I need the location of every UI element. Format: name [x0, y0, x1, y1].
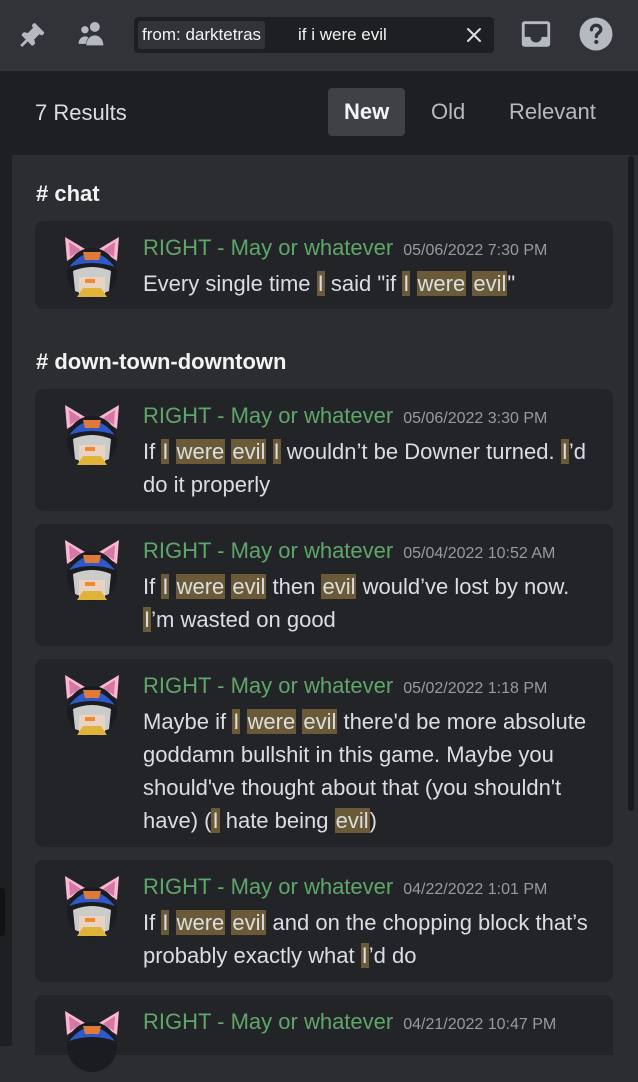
- search-result[interactable]: RIGHT - May or whatever 05/06/2022 3:30 P…: [35, 389, 613, 511]
- message-timestamp: 04/22/2022 1:01 PM: [403, 881, 548, 898]
- search-result[interactable]: RIGHT - May or whatever 04/22/2022 1:01 P…: [35, 860, 613, 982]
- avatar[interactable]: [57, 872, 127, 942]
- message-timestamp: 05/06/2022 3:30 PM: [403, 410, 548, 427]
- message-text: If I were evil and on the chopping block…: [143, 910, 588, 968]
- search-result[interactable]: RIGHT - May or whatever 05/06/2022 7:30 P…: [35, 221, 613, 309]
- inbox-icon[interactable]: [518, 16, 554, 52]
- results-list: # chat RIGHT - May or whatever 05/06/2022…: [12, 155, 638, 1072]
- message-author[interactable]: RIGHT - May or whatever 05/06/2022 7:30 P…: [143, 235, 547, 261]
- search-query[interactable]: if i were evil: [298, 17, 387, 53]
- members-icon[interactable]: [74, 16, 110, 52]
- message-timestamp: 05/04/2022 10:52 AM: [403, 545, 556, 562]
- message-text: Every single time I said "if I were evil…: [143, 271, 516, 296]
- message-author[interactable]: RIGHT - May or whatever 04/21/2022 10:47 …: [143, 1009, 556, 1035]
- clear-search-icon[interactable]: [464, 25, 484, 45]
- sort-relevant-tab[interactable]: Relevant: [493, 88, 612, 136]
- avatar[interactable]: [57, 1007, 127, 1077]
- message-author[interactable]: RIGHT - May or whatever 05/04/2022 10:52 …: [143, 538, 555, 564]
- message-timestamp: 04/21/2022 10:47 PM: [403, 1016, 557, 1033]
- search-bar[interactable]: from: darktetras if i were evil: [134, 17, 494, 53]
- sidebar-resize-handle[interactable]: [0, 888, 5, 936]
- avatar[interactable]: [57, 401, 127, 471]
- avatar[interactable]: [57, 233, 127, 303]
- results-count: 7 Results: [35, 100, 127, 125]
- sort-old-tab[interactable]: Old: [415, 88, 481, 136]
- sort-new-tab[interactable]: New: [328, 88, 406, 136]
- channel-heading[interactable]: # down-town-downtown: [36, 349, 287, 375]
- help-icon[interactable]: [578, 16, 614, 52]
- avatar[interactable]: [57, 536, 127, 606]
- message-text: If I were evil I wouldn’t be Downer turn…: [143, 439, 586, 497]
- results-header: 7 Results New Old Relevant: [12, 72, 638, 155]
- top-bar: from: darktetras if i were evil: [0, 0, 638, 72]
- avatar[interactable]: [57, 671, 127, 741]
- message-timestamp: 05/02/2022 1:18 PM: [403, 680, 548, 697]
- channel-heading[interactable]: # chat: [36, 181, 100, 207]
- search-result[interactable]: RIGHT - May or whatever 04/21/2022 10:47 …: [35, 995, 613, 1072]
- message-author[interactable]: RIGHT - May or whatever 05/02/2022 1:18 P…: [143, 673, 547, 699]
- message-author[interactable]: RIGHT - May or whatever 05/06/2022 3:30 P…: [143, 403, 547, 429]
- search-result[interactable]: RIGHT - May or whatever 05/04/2022 10:52 …: [35, 524, 613, 646]
- message-author[interactable]: RIGHT - May or whatever 04/22/2022 1:01 P…: [143, 874, 547, 900]
- message-text: If I were evil then evil would’ve lost b…: [143, 574, 570, 632]
- search-result[interactable]: RIGHT - May or whatever 05/02/2022 1:18 P…: [35, 659, 613, 847]
- search-filter-chip[interactable]: from: darktetras: [138, 21, 266, 49]
- message-text: Maybe if I were evil there'd be more abs…: [143, 709, 587, 833]
- message-timestamp: 05/06/2022 7:30 PM: [403, 242, 548, 259]
- pin-icon[interactable]: [14, 16, 50, 52]
